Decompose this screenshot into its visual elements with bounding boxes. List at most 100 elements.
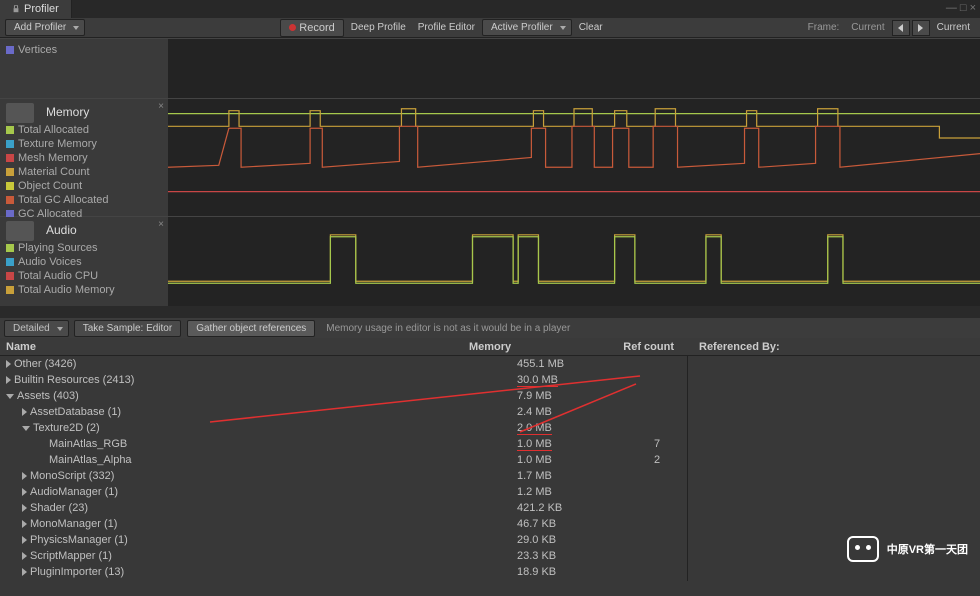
expand-icon[interactable]: [22, 408, 27, 416]
close-icon[interactable]: ×: [158, 219, 164, 230]
tree-row[interactable]: PhysicsManager (1)29.0 KB: [0, 532, 687, 548]
swatch-icon: [6, 258, 14, 266]
memory-value: 1.7 MB: [517, 470, 627, 482]
editor-note: Memory usage in editor is not as it woul…: [320, 323, 576, 334]
legend-item[interactable]: Texture Memory: [6, 137, 162, 151]
tree-row[interactable]: Assets (403) 7.9 MB: [0, 388, 687, 404]
legend-item[interactable]: Mesh Memory: [6, 151, 162, 165]
mode-dropdown[interactable]: Detailed: [4, 320, 69, 337]
add-profiler-button[interactable]: Add Profiler: [5, 19, 85, 36]
legend-item: Vertices: [6, 43, 162, 57]
legend-item[interactable]: Playing Sources: [6, 241, 162, 255]
tree-row[interactable]: PlayerSettings (1)14.2 KB: [0, 580, 687, 581]
tree-view[interactable]: Other (3426)455.1 MBBuiltin Resources (2…: [0, 356, 688, 581]
memory-value: 7.9 MB: [517, 390, 627, 402]
memory-icon: [6, 103, 34, 123]
legend-item[interactable]: Total GC Allocated: [6, 193, 162, 207]
memory-value: 29.0 KB: [517, 534, 627, 546]
next-frame-button[interactable]: [912, 20, 930, 36]
memory-value: 2.0 MB: [517, 422, 627, 434]
expand-icon[interactable]: [6, 376, 11, 384]
legend-item[interactable]: Total Allocated: [6, 123, 162, 137]
record-icon: [289, 24, 296, 31]
legend-item[interactable]: Total Audio CPU: [6, 269, 162, 283]
expand-icon[interactable]: [22, 426, 30, 431]
memory-value: 2.4 MB: [517, 406, 627, 418]
expand-icon[interactable]: [22, 504, 27, 512]
graph-memory[interactable]: [168, 99, 980, 216]
memory-value: 30.0 MB: [517, 374, 627, 386]
tab-profiler[interactable]: Profiler: [0, 0, 72, 18]
record-button[interactable]: Record: [280, 19, 343, 37]
prev-frame-button[interactable]: [892, 20, 910, 36]
tree-row[interactable]: AudioManager (1)1.2 MB: [0, 484, 687, 500]
header-memory[interactable]: Memory: [469, 341, 579, 353]
memory-value: 1.0 MB: [517, 454, 627, 466]
tree-label: Texture2D (2): [33, 422, 100, 434]
expand-icon[interactable]: [6, 360, 11, 368]
gather-refs-button[interactable]: Gather object references: [187, 320, 315, 337]
tree-row[interactable]: Other (3426)455.1 MB: [0, 356, 687, 372]
tree-row[interactable]: MainAtlas_Alpha1.0 MB2: [0, 452, 687, 468]
expand-icon[interactable]: [22, 568, 27, 576]
tree-row[interactable]: ScriptMapper (1)23.3 KB: [0, 548, 687, 564]
audio-icon: [6, 221, 34, 241]
take-sample-button[interactable]: Take Sample: Editor: [74, 320, 182, 337]
graph-top[interactable]: [168, 39, 980, 98]
tree-label: AssetDatabase (1): [30, 406, 121, 418]
audio-title: Audio: [46, 223, 77, 237]
content-area: Other (3426)455.1 MBBuiltin Resources (2…: [0, 356, 980, 581]
tree-row[interactable]: Builtin Resources (2413)30.0 MB: [0, 372, 687, 388]
tree-row[interactable]: AssetDatabase (1) 2.4 MB: [0, 404, 687, 420]
tree-row[interactable]: MonoManager (1)46.7 KB: [0, 516, 687, 532]
swatch-icon: [6, 182, 14, 190]
close-icon[interactable]: ×: [158, 101, 164, 112]
tree-label: MonoScript (332): [30, 470, 114, 482]
legend-item[interactable]: Audio Voices: [6, 255, 162, 269]
tree-label: Shader (23): [30, 502, 88, 514]
profile-editor-button[interactable]: Profile Editor: [412, 20, 481, 35]
graph-audio[interactable]: [168, 217, 980, 306]
swatch-icon: [6, 272, 14, 280]
header-name[interactable]: Name: [6, 341, 469, 353]
deep-profile-button[interactable]: Deep Profile: [345, 20, 412, 35]
legend-item[interactable]: Material Count: [6, 165, 162, 179]
swatch-icon: [6, 126, 14, 134]
swatch-icon: [6, 286, 14, 294]
graph-region: Vertices × Memory Total AllocatedTexture…: [0, 38, 980, 318]
module-memory-label[interactable]: × Memory Total AllocatedTexture MemoryMe…: [0, 99, 168, 216]
tree-row[interactable]: MonoScript (332) 1.7 MB: [0, 468, 687, 484]
expand-icon[interactable]: [6, 394, 14, 399]
current-button[interactable]: Current: [931, 20, 976, 35]
header-refcount[interactable]: Ref count: [579, 341, 674, 353]
legend-item[interactable]: Object Count: [6, 179, 162, 193]
column-headers: Name Memory Ref count Referenced By:: [0, 338, 980, 356]
clear-button[interactable]: Clear: [573, 20, 609, 35]
tree-label: PluginImporter (13): [30, 566, 124, 578]
legend-item[interactable]: Total Audio Memory: [6, 283, 162, 297]
module-audio-label[interactable]: × Audio Playing SourcesAudio VoicesTotal…: [0, 217, 168, 306]
tree-row[interactable]: MainAtlas_RGB1.0 MB7: [0, 436, 687, 452]
expand-icon[interactable]: [22, 552, 27, 560]
memory-value: 23.3 KB: [517, 550, 627, 562]
tree-row[interactable]: Texture2D (2) 2.0 MB: [0, 420, 687, 436]
tree-label: Assets (403): [17, 390, 79, 402]
window-controls[interactable]: —□×: [946, 2, 976, 14]
chevron-left-icon: [898, 24, 903, 32]
refcount-value: 2: [627, 454, 687, 466]
active-profiler-button[interactable]: Active Profiler: [482, 19, 572, 36]
memory-value: 421.2 KB: [517, 502, 627, 514]
tree-row[interactable]: PluginImporter (13) 18.9 KB: [0, 564, 687, 580]
memory-value: 18.9 KB: [517, 566, 627, 578]
swatch-icon: [6, 244, 14, 252]
expand-icon[interactable]: [22, 520, 27, 528]
tree-row[interactable]: Shader (23) 421.2 KB: [0, 500, 687, 516]
expand-icon[interactable]: [22, 472, 27, 480]
expand-icon[interactable]: [22, 488, 27, 496]
swatch-icon: [6, 168, 14, 176]
expand-icon[interactable]: [22, 536, 27, 544]
refcount-value: 7: [627, 438, 687, 450]
tree-label: Other (3426): [14, 358, 76, 370]
frame-label: Frame:: [802, 22, 846, 33]
memory-value: 1.0 MB: [517, 438, 627, 450]
